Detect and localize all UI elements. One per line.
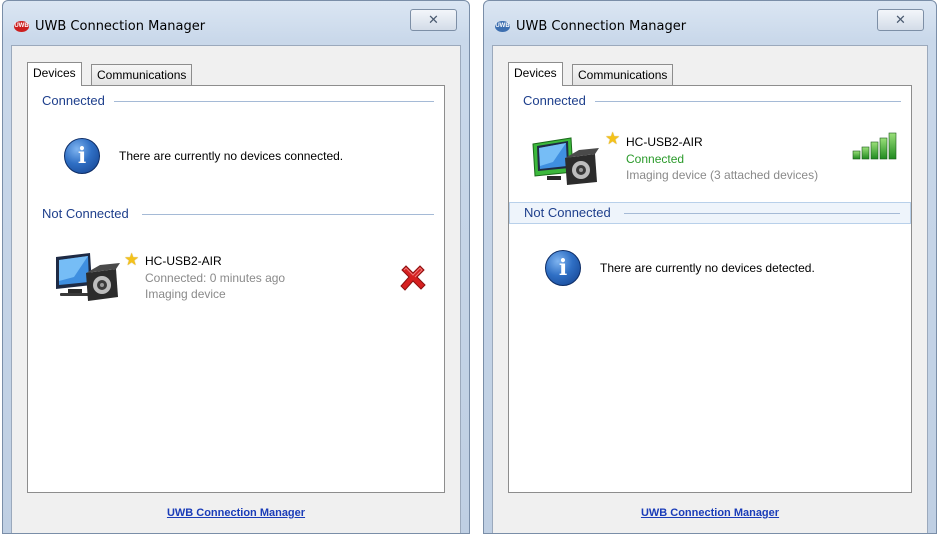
group-title-connected: Connected — [523, 93, 586, 108]
uwb-connection-manager-link[interactable]: UWB Connection Manager — [12, 507, 460, 519]
device-last-connected: Connected: 0 minutes ago — [145, 271, 286, 285]
uwb-app-icon: UWB — [495, 21, 510, 32]
signal-bar — [888, 132, 897, 160]
info-icon: i — [545, 250, 581, 286]
group-title-connected: Connected — [42, 93, 105, 108]
group-title-not-connected: Not Connected — [42, 206, 129, 221]
no-devices-detected-message: There are currently no devices detected. — [600, 261, 815, 275]
imaging-device-connected-icon — [532, 137, 599, 185]
group-header-connected[interactable]: Connected — [28, 90, 444, 112]
group-title-not-connected: Not Connected — [524, 205, 611, 220]
group-divider — [624, 213, 900, 214]
close-button[interactable]: ✕ — [410, 9, 457, 31]
tab-communications[interactable]: Communications — [572, 64, 674, 85]
tab-devices[interactable]: Devices — [27, 62, 82, 86]
devices-panel: Connected ★ HC-USB2-AIR Connected Imagin… — [508, 85, 912, 493]
group-divider — [595, 101, 901, 102]
signal-strength-icon — [852, 132, 897, 160]
signal-bar — [852, 150, 861, 160]
imaging-device-icon — [56, 253, 120, 301]
device-type: Imaging device — [145, 287, 226, 301]
window-title: UWB Connection Manager — [516, 19, 687, 34]
signal-bar — [861, 146, 870, 160]
group-header-not-connected[interactable]: Not Connected — [28, 203, 444, 225]
window-client-area: Devices Communications Connected i There… — [11, 45, 461, 533]
signal-bar — [879, 137, 888, 160]
uwb-window-left: UWB UWB Connection Manager ✕ Devices Com… — [2, 0, 470, 534]
devices-panel: Connected i There are currently no devic… — [27, 85, 445, 493]
device-name: HC-USB2-AIR — [145, 254, 222, 268]
close-button[interactable]: ✕ — [877, 9, 924, 31]
device-type: Imaging device (3 attached devices) — [626, 168, 819, 182]
no-devices-connected-message: There are currently no devices connected… — [119, 149, 344, 163]
device-name: HC-USB2-AIR — [626, 135, 703, 149]
info-icon: i — [64, 138, 100, 174]
group-header-not-connected[interactable]: Not Connected — [509, 202, 911, 224]
title-bar[interactable]: UWB UWB Connection Manager ✕ — [3, 1, 469, 41]
uwb-window-right: UWB UWB Connection Manager ✕ Devices Com… — [483, 0, 937, 534]
device-status: Connected — [626, 152, 685, 166]
remove-device-icon[interactable] — [398, 263, 428, 293]
uwb-connection-manager-link[interactable]: UWB Connection Manager — [493, 507, 927, 519]
window-client-area: Devices Communications Connected ★ HC-US… — [492, 45, 928, 533]
tab-communications[interactable]: Communications — [91, 64, 193, 85]
tab-devices[interactable]: Devices — [508, 62, 563, 86]
group-divider — [142, 214, 434, 215]
group-header-connected[interactable]: Connected — [509, 90, 911, 112]
favorite-star-icon: ★ — [605, 129, 621, 148]
signal-bar — [870, 141, 879, 160]
screenshot-divider — [472, 0, 481, 534]
title-bar[interactable]: UWB UWB Connection Manager ✕ — [484, 1, 936, 41]
uwb-app-icon: UWB — [14, 21, 29, 32]
favorite-star-icon: ★ — [124, 250, 140, 269]
window-title: UWB Connection Manager — [35, 19, 206, 34]
group-divider — [114, 101, 434, 102]
